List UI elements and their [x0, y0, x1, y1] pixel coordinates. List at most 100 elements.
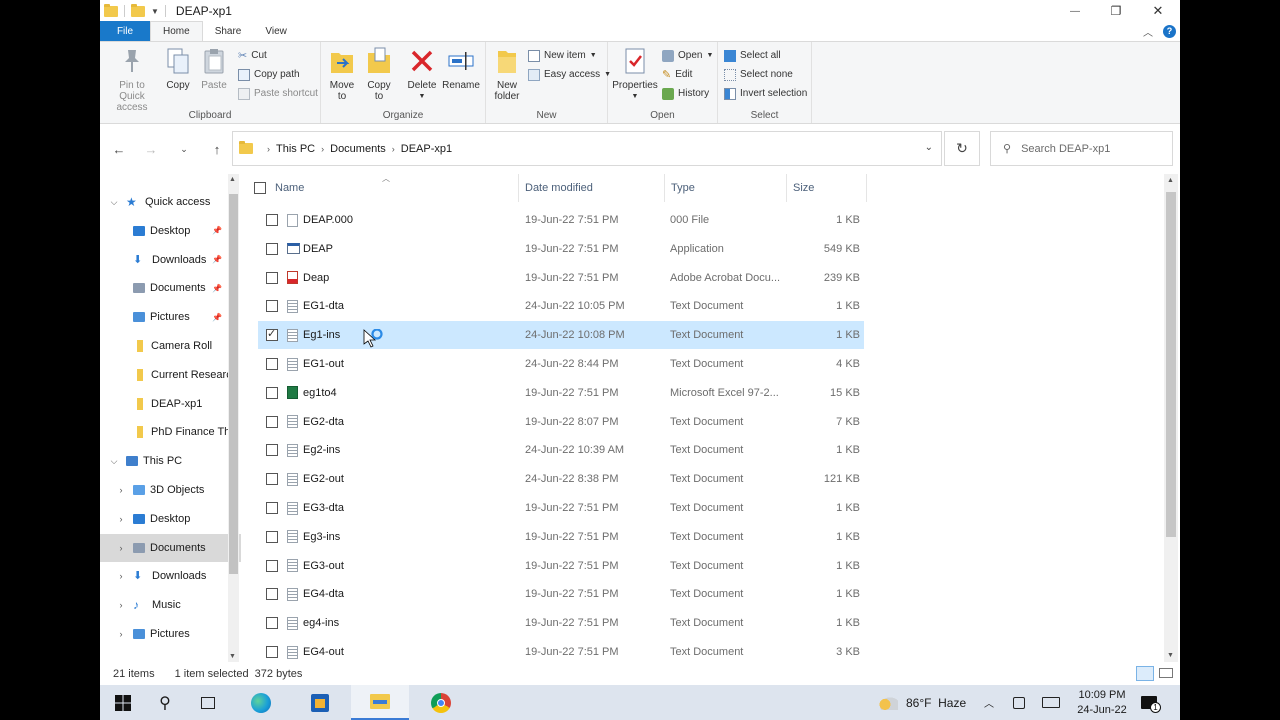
scroll-down-icon[interactable]: ▼	[1167, 652, 1174, 659]
nav-scroll-thumb[interactable]	[229, 194, 238, 574]
properties-button[interactable]: Properties ▼	[612, 46, 658, 102]
up-button[interactable]: ↑	[207, 140, 227, 158]
show-hidden-icons-button[interactable]: ︿	[984, 685, 994, 720]
history-button[interactable]: History	[662, 85, 709, 102]
scroll-up-icon[interactable]: ▲	[229, 176, 236, 183]
copy-path-button[interactable]: Copy path	[238, 66, 300, 83]
row-checkbox[interactable]	[266, 214, 278, 226]
row-checkbox[interactable]	[266, 242, 278, 255]
cut-button[interactable]: ✂ Cut	[238, 47, 267, 64]
chevron-down-icon[interactable]: ⌵	[108, 456, 120, 467]
help-icon[interactable]: ?	[1163, 24, 1176, 38]
file-row[interactable]: EG1-out 24-Jun-22 8:44 PM Text Document 4 K…	[258, 350, 864, 378]
chevron-down-icon[interactable]: ⌵	[108, 197, 120, 208]
tab-home[interactable]: Home	[150, 21, 203, 41]
notifications-button[interactable]: 1	[1141, 685, 1161, 720]
header-checkbox[interactable]	[254, 182, 266, 194]
row-checkbox[interactable]	[266, 300, 278, 313]
pin-to-quick-access-button[interactable]: Pin to Quick access	[106, 46, 158, 113]
row-checkbox[interactable]	[266, 588, 278, 601]
file-row[interactable]: DEAP 19-Jun-22 7:51 PM Application 549 KB	[258, 235, 864, 263]
taskbar-edge[interactable]	[238, 685, 284, 720]
rename-button[interactable]: Rename	[442, 46, 480, 91]
restore-button[interactable]: ❐	[1095, 0, 1137, 22]
sidebar-item-camera-roll[interactable]: Camera Roll	[100, 332, 241, 360]
customize-chevron-icon[interactable]: ▼	[151, 7, 159, 16]
row-checkbox[interactable]	[266, 271, 278, 284]
sidebar-item-current-research[interactable]: Current Research	[100, 361, 241, 389]
file-row[interactable]: EG1-dta 24-Jun-22 10:05 PM Text Document 1 …	[258, 292, 864, 320]
chevron-right-icon[interactable]: ›	[115, 600, 127, 610]
file-list-scrollbar[interactable]: ▲ ▼	[1164, 174, 1178, 662]
file-row[interactable]: EG2-out 24-Jun-22 8:38 PM Text Document 121…	[258, 465, 864, 493]
file-row[interactable]: Eg1-ins 24-Jun-22 10:08 PM Text Document 1 …	[258, 321, 864, 350]
taskbar-search-button[interactable]: ⚲	[142, 685, 188, 720]
forward-button[interactable]: →	[141, 140, 161, 158]
column-type[interactable]: Type	[665, 174, 787, 202]
column-size[interactable]: Size	[787, 174, 867, 202]
sidebar-item-pictures[interactable]: › Pictures	[100, 620, 241, 648]
easy-access-button[interactable]: Easy access ▼	[528, 66, 611, 83]
file-row[interactable]: EG2-dta 19-Jun-22 8:07 PM Text Document 7 K…	[258, 408, 864, 436]
taskbar-file-explorer[interactable]	[351, 685, 409, 720]
paste-shortcut-button[interactable]: Paste shortcut	[238, 85, 318, 102]
breadcrumb-this-pc[interactable]: This PC	[276, 143, 315, 155]
address-dropdown-icon[interactable]: ⌄	[925, 142, 933, 153]
sidebar-item-documents[interactable]: Documents 📌	[100, 274, 241, 302]
tray-network[interactable]	[1013, 685, 1025, 720]
search-box[interactable]: ⚲	[990, 131, 1173, 166]
row-checkbox[interactable]	[266, 502, 278, 514]
sidebar-item-desktop[interactable]: Desktop 📌	[100, 217, 241, 245]
tab-view[interactable]: View	[253, 21, 299, 41]
invert-selection-button[interactable]: Invert selection	[724, 85, 807, 102]
move-to-button[interactable]: Move to	[327, 46, 357, 102]
row-checkbox[interactable]	[266, 559, 278, 572]
column-name[interactable]: Name ︿	[269, 174, 519, 202]
file-row[interactable]: Eg3-ins 19-Jun-22 7:51 PM Text Document 1 K…	[258, 523, 864, 551]
file-row[interactable]: Deap 19-Jun-22 7:51 PM Adobe Acrobat Docu.…	[258, 264, 864, 292]
row-checkbox[interactable]	[266, 530, 278, 543]
large-icons-view-icon[interactable]	[1159, 668, 1173, 678]
copy-button[interactable]: Copy	[162, 46, 194, 91]
address-bar[interactable]: › This PC › Documents › DEAP-xp1 ⌄	[232, 131, 942, 166]
row-checkbox[interactable]	[266, 358, 278, 370]
sidebar-item-phd-finance-th[interactable]: PhD Finance Th	[100, 418, 241, 446]
row-checkbox[interactable]	[266, 617, 278, 630]
file-row[interactable]: eg4-ins 19-Jun-22 7:51 PM Text Document 1 K…	[258, 609, 864, 637]
row-checkbox[interactable]	[266, 646, 278, 658]
breadcrumb-documents[interactable]: Documents	[330, 143, 386, 155]
sidebar-item-downloads[interactable]: ⬇ Downloads 📌	[100, 246, 241, 274]
file-row[interactable]: DEAP.000 19-Jun-22 7:51 PM 000 File 1 KB	[258, 206, 864, 234]
sidebar-item-desktop[interactable]: › Desktop	[100, 505, 241, 533]
column-date[interactable]: Date modified	[519, 174, 665, 202]
weather-widget[interactable]: 86°F Haze	[878, 685, 966, 720]
delete-button[interactable]: Delete ▼	[405, 46, 439, 102]
sidebar-item-quick-access[interactable]: ⌵ ★ Quick access	[100, 188, 241, 216]
tray-keyboard[interactable]	[1042, 685, 1060, 720]
copy-to-button[interactable]: Copy to	[364, 46, 394, 102]
taskbar-chrome[interactable]	[418, 685, 464, 720]
sidebar-item-this-pc[interactable]: ⌵ This PC	[100, 447, 241, 475]
paste-button[interactable]: Paste	[198, 46, 230, 91]
file-list-scroll-thumb[interactable]	[1166, 192, 1176, 537]
sidebar-item-pictures[interactable]: Pictures 📌	[100, 303, 241, 331]
file-row[interactable]: EG4-dta 19-Jun-22 7:51 PM Text Document 1 K…	[258, 580, 864, 608]
new-item-button[interactable]: New item ▼	[528, 47, 597, 64]
task-view-button[interactable]	[185, 685, 231, 720]
properties-quick-icon[interactable]	[131, 3, 145, 17]
select-none-button[interactable]: Select none	[724, 66, 793, 83]
row-checkbox[interactable]	[266, 444, 278, 457]
back-button[interactable]: ←	[109, 140, 129, 158]
row-checkbox[interactable]	[266, 386, 278, 399]
tab-share[interactable]: Share	[203, 21, 254, 41]
file-row[interactable]: eg1to4 19-Jun-22 7:51 PM Microsoft Excel 9…	[258, 379, 864, 407]
clock[interactable]: 10:09 PM 24-Jun-22	[1072, 685, 1132, 720]
sidebar-item-downloads[interactable]: › ⬇ Downloads	[100, 562, 241, 590]
recent-locations-button[interactable]: ⌄	[174, 140, 194, 158]
start-button[interactable]	[100, 685, 146, 720]
breadcrumb-deap-xp1[interactable]: DEAP-xp1	[401, 143, 452, 155]
edit-button[interactable]: ✎ Edit	[662, 66, 692, 83]
file-row[interactable]: EG3-dta 19-Jun-22 7:51 PM Text Document 1 K…	[258, 494, 864, 522]
details-view-icon[interactable]	[1136, 666, 1154, 681]
chevron-right-icon[interactable]: ›	[115, 514, 127, 524]
